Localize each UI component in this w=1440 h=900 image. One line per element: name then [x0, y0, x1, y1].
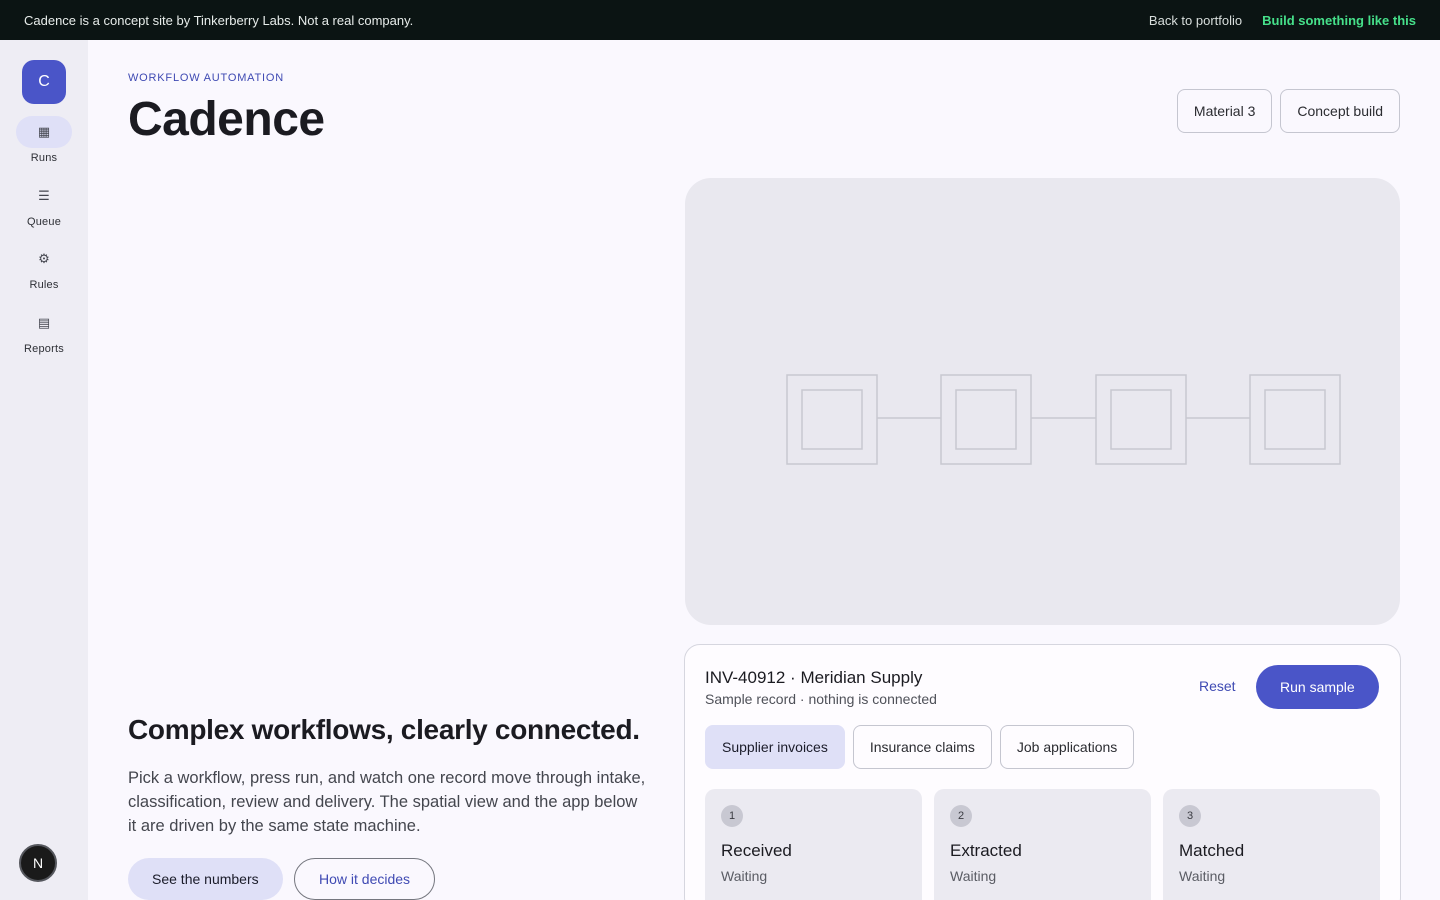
step-name: Matched: [1179, 841, 1245, 860]
app-fab-button[interactable]: C: [22, 60, 66, 104]
see-numbers-button[interactable]: See the numbers: [128, 858, 283, 900]
back-to-portfolio-link[interactable]: Back to portfolio: [1149, 13, 1242, 28]
workflow-node-inner: [955, 389, 1017, 450]
record-subtitle: Sample record · nothing is connected: [705, 691, 937, 707]
reset-button[interactable]: Reset: [1199, 678, 1236, 694]
workflow-node-inner: [801, 389, 863, 450]
gear-icon: ⚙: [38, 251, 50, 266]
avatar[interactable]: N: [19, 844, 57, 882]
banner-links: Back to portfolio Build something like t…: [1149, 13, 1416, 28]
step-name: Received: [721, 841, 792, 860]
step-state: Waiting: [950, 868, 997, 884]
material-3-chip[interactable]: Material 3: [1176, 89, 1273, 133]
hero-headline: Complex workflows, clearly connected.: [128, 714, 640, 745]
report-icon: ▤: [37, 315, 51, 330]
rail-item-label: Reports: [24, 343, 64, 355]
rail-item-rules[interactable]: ⚙ Rules: [0, 243, 88, 291]
workflow-diagram: [786, 374, 1341, 465]
rail-item-label: Runs: [30, 152, 58, 164]
workflow-node-inner: [1264, 389, 1326, 450]
workflow-option-job-applications[interactable]: Job applications: [999, 725, 1135, 769]
page-title: Cadence: [128, 93, 325, 146]
workflow-node-inner: [1110, 389, 1172, 450]
header-chips: Material 3 Concept build: [1176, 89, 1400, 133]
build-something-link[interactable]: Build something like this: [1262, 13, 1416, 28]
record-card: INV-40912 · Meridian Supply Sample recor…: [684, 644, 1401, 900]
workflow-node-outer: [1095, 374, 1187, 465]
page-eyebrow: WORKFLOW AUTOMATION: [128, 72, 284, 84]
step-number: 1: [721, 805, 743, 827]
rail-item-queue[interactable]: ☰ Queue: [0, 180, 88, 228]
rail-item-label: Rules: [29, 279, 59, 291]
step-card-received: 1 Received Waiting: [705, 789, 922, 900]
step-number: 3: [1179, 805, 1201, 827]
grid-icon: ▦: [16, 116, 72, 148]
step-list: 1 Received Waiting 2 Extracted Waiting 3…: [705, 789, 1380, 900]
navigation-rail: C ▦ Runs ☰ Queue ⚙ Rules ▤ Reports N: [0, 40, 88, 900]
concept-banner: Cadence is a concept site by Tinkerberry…: [0, 0, 1440, 40]
step-state: Waiting: [721, 868, 768, 884]
hero-body: Pick a workflow, press run, and watch on…: [128, 769, 646, 835]
record-title: INV-40912 · Meridian Supply: [705, 668, 923, 687]
workflow-selector: Supplier invoices Insurance claims Job a…: [705, 725, 1135, 769]
step-card-matched: 3 Matched Waiting: [1163, 789, 1380, 900]
list-icon: ☰: [38, 188, 50, 203]
how-it-decides-button[interactable]: How it decides: [294, 858, 436, 900]
rail-item-reports[interactable]: ▤ Reports: [0, 307, 88, 355]
rail-item-runs[interactable]: ▦ Runs: [0, 116, 88, 164]
workflow-option-supplier-invoices[interactable]: Supplier invoices: [705, 725, 845, 769]
workflow-node-outer: [1249, 374, 1341, 465]
step-number: 2: [950, 805, 972, 827]
step-state: Waiting: [1179, 868, 1226, 884]
rail-item-label: Queue: [26, 216, 62, 228]
workflow-node-outer: [786, 374, 878, 465]
step-name: Extracted: [950, 841, 1022, 860]
concept-build-chip[interactable]: Concept build: [1280, 89, 1400, 133]
run-sample-button[interactable]: Run sample: [1256, 665, 1379, 709]
step-card-extracted: 2 Extracted Waiting: [934, 789, 1151, 900]
banner-notice: Cadence is a concept site by Tinkerberry…: [24, 12, 414, 28]
workflow-node-outer: [940, 374, 1032, 465]
spatial-view: [685, 178, 1400, 625]
workflow-option-insurance-claims[interactable]: Insurance claims: [852, 725, 992, 769]
